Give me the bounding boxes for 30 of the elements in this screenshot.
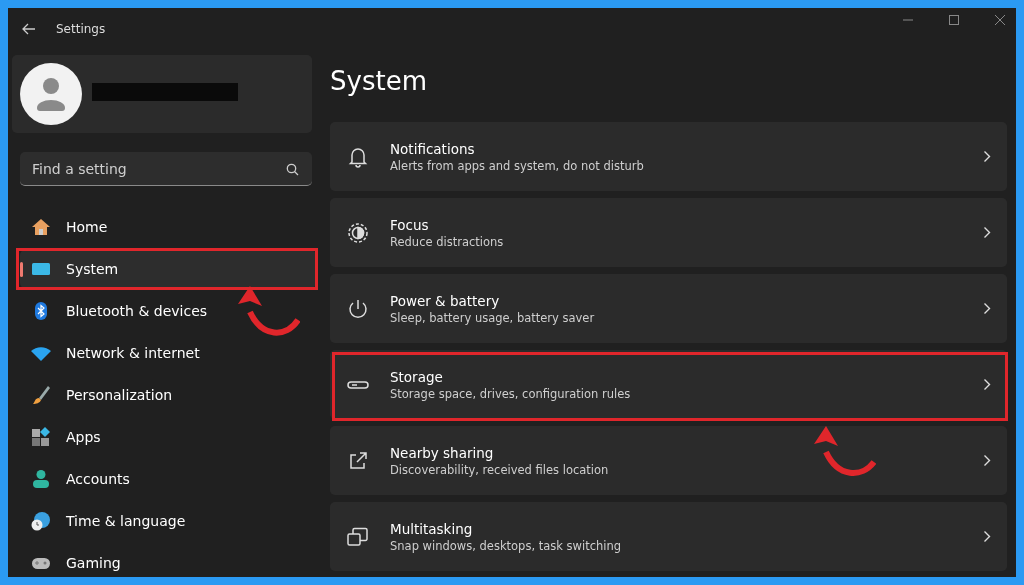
sidebar-item[interactable]: Bluetooth & devices: [20, 292, 316, 330]
sidebar-item[interactable]: Network & internet: [20, 334, 316, 372]
card-title: Notifications: [390, 140, 476, 157]
card-subtitle: Alerts from apps and system, do not disturb: [390, 158, 645, 173]
settings-card[interactable]: Multitasking Snap windows, desktops, task switching: [330, 502, 1007, 571]
settings-card[interactable]: Storage Storage space, drives, configuration rules: [330, 350, 1007, 419]
settings-card[interactable]: Notifications Alerts from apps and system, do not disturb: [330, 122, 1007, 191]
sidebar-item[interactable]: Apps: [20, 418, 316, 456]
card-subtitle: Discoverability, received files location: [390, 462, 610, 477]
card-subtitle: Sleep, battery usage, battery saver: [390, 310, 596, 325]
sidebar-item[interactable]: Home: [20, 208, 316, 246]
card-title: Multitasking: [390, 520, 474, 537]
window-title: Settings: [56, 22, 106, 36]
card-title: Storage: [390, 368, 444, 385]
settings-card[interactable]: Power & battery Sleep, battery usage, battery saver: [330, 274, 1007, 343]
card-subtitle: Storage space, drives, configuration rules: [390, 386, 632, 401]
card-title: Power & battery: [390, 292, 501, 309]
sidebar-item[interactable]: Gaming: [20, 544, 316, 577]
sidebar-item[interactable]: System: [20, 250, 316, 288]
sidebar-item[interactable]: Personalization: [20, 376, 316, 414]
card-title: Nearby sharing: [390, 444, 495, 461]
sidebar-item[interactable]: Accounts: [20, 460, 316, 498]
card-subtitle: Reduce distractions: [390, 234, 505, 249]
page-title: System: [330, 66, 428, 98]
sidebar-item[interactable]: Time & language: [20, 502, 316, 540]
search-field[interactable]: Find a setting: [20, 152, 312, 186]
card-subtitle: Snap windows, desktops, task switching: [390, 538, 623, 553]
settings-card[interactable]: Nearby sharing Discoverability, received files location: [330, 426, 1007, 495]
settings-card[interactable]: Focus Reduce distractions: [330, 198, 1007, 267]
card-title: Focus: [390, 216, 430, 233]
